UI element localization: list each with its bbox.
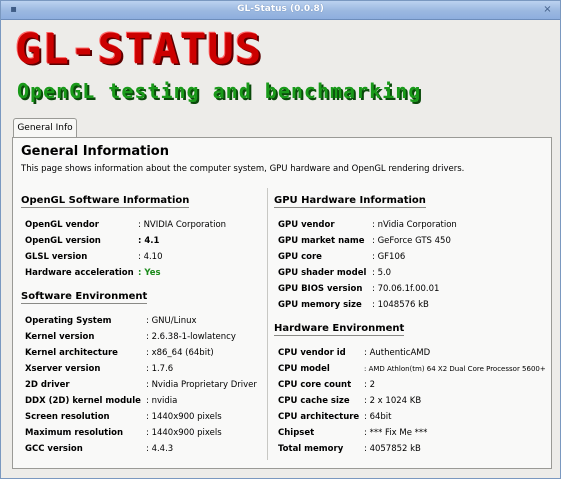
row-value: : 1.7.6	[146, 364, 174, 374]
page-title: General Information	[21, 144, 169, 159]
app-logo: GL-STATUS	[15, 25, 263, 74]
row-key: CPU architecture	[278, 412, 360, 422]
row-key: Maximum resolution	[25, 428, 124, 438]
row-key: Hardware acceleration	[25, 268, 134, 278]
row-key: GPU BIOS version	[278, 284, 363, 294]
row-key: GPU memory size	[278, 300, 362, 310]
row-key: Screen resolution	[25, 412, 110, 422]
row-value: : GF106	[372, 252, 406, 262]
row-key: GCC version	[25, 444, 83, 454]
row-value: : 4.4.3	[146, 444, 174, 454]
row-key: CPU core count	[278, 380, 352, 390]
section-heading-hardware: Hardware Environment	[274, 323, 405, 336]
row-value: : nvidia	[146, 396, 178, 406]
row-key: GPU core	[278, 252, 322, 262]
close-icon[interactable]: ×	[541, 4, 554, 17]
app-window: GL-Status (0.0.8) ▪ × GL-STATUS OpenGL t…	[0, 0, 561, 479]
tab-general-info[interactable]: General Info	[13, 118, 77, 138]
row-value: : NVIDIA Corporation	[138, 220, 227, 230]
row-key: OpenGL vendor	[25, 220, 99, 230]
row-value: : 1440x900 pixels	[146, 428, 222, 438]
app-subtitle: OpenGL testing and benchmarking	[17, 79, 422, 103]
row-value: : AuthenticAMD	[364, 348, 431, 358]
row-key: GLSL version	[25, 252, 88, 262]
row-key: Xserver version	[25, 364, 101, 374]
row-value: : 2 x 1024 KB	[364, 396, 422, 406]
row-key: CPU vendor id	[278, 348, 346, 358]
row-key: GPU vendor	[278, 220, 335, 230]
row-key: Chipset	[278, 428, 315, 438]
row-value: : 1048576 kB	[372, 300, 429, 310]
section-heading-software: Software Environment	[21, 291, 148, 304]
row-key: Operating System	[25, 316, 112, 326]
row-key: CPU model	[278, 364, 330, 374]
banner: GL-STATUS OpenGL testing and benchmarkin…	[5, 23, 558, 113]
window-title: GL-Status (0.0.8)	[237, 4, 324, 14]
row-key: OpenGL version	[25, 236, 101, 246]
row-key: 2D driver	[25, 380, 70, 390]
row-value: : 70.06.1f.00.01	[372, 284, 440, 294]
row-value: : nVidia Corporation	[372, 220, 457, 230]
row-value: : 64bit	[364, 412, 392, 422]
row-key: DDX (2D) kernel module	[25, 396, 141, 406]
row-value: : 4.1	[138, 236, 160, 246]
row-value: : 4057852 kB	[364, 444, 421, 454]
general-info-panel: General Information This page shows info…	[12, 137, 552, 469]
row-value: : 4.10	[138, 252, 163, 262]
row-value: : Yes	[138, 268, 161, 278]
row-value: : *** Fix Me ***	[364, 428, 428, 438]
row-value: : x86_64 (64bit)	[146, 348, 214, 358]
title-bar[interactable]: GL-Status (0.0.8) ▪ ×	[1, 1, 560, 20]
row-value: : AMD Athlon(tm) 64 X2 Dual Core Process…	[364, 365, 546, 373]
section-heading-opengl: OpenGL Software Information	[21, 195, 190, 208]
row-value: : 1440x900 pixels	[146, 412, 222, 422]
row-value: : GeForce GTS 450	[372, 236, 451, 246]
page-description: This page shows information about the co…	[21, 164, 465, 174]
row-key: Kernel version	[25, 332, 95, 342]
window-menu-icon[interactable]: ▪	[7, 4, 20, 17]
row-value: : GNU/Linux	[146, 316, 197, 326]
row-key: GPU market name	[278, 236, 365, 246]
section-heading-gpu: GPU Hardware Information	[274, 195, 426, 208]
row-value: : 2.6.38-1-lowlatency	[146, 332, 236, 342]
row-key: Total memory	[278, 444, 344, 454]
row-key: CPU cache size	[278, 396, 350, 406]
row-value: : 2	[364, 380, 375, 390]
column-divider	[267, 188, 268, 460]
row-key: Kernel architecture	[25, 348, 118, 358]
row-value: : Nvidia Proprietary Driver	[146, 380, 257, 390]
row-key: GPU shader model	[278, 268, 367, 278]
row-value: : 5.0	[372, 268, 392, 278]
